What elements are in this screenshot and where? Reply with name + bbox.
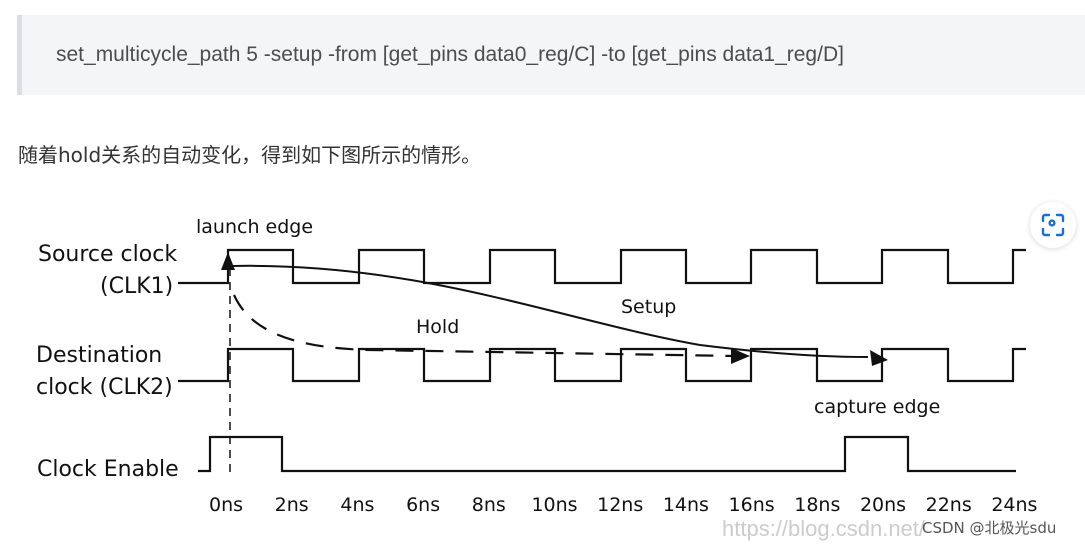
time-tick-label: 24ns bbox=[991, 494, 1037, 516]
paragraph: 随着hold关系的自动变化，得到如下图所示的情形。 bbox=[18, 143, 482, 167]
capture-edge-label: capture edge bbox=[814, 396, 940, 418]
time-tick-label: 16ns bbox=[729, 494, 775, 516]
time-tick-label: 4ns bbox=[340, 494, 374, 516]
source-clock-label: Source clock bbox=[38, 242, 177, 267]
csdn-credit: CSDN @北极光sdu bbox=[922, 519, 1056, 537]
time-tick-label: 8ns bbox=[472, 494, 506, 516]
launch-arrowhead bbox=[221, 252, 235, 270]
time-tick-label: 14ns bbox=[663, 494, 709, 516]
timing-diagram: launch edge Source clock (CLK1) Destinat… bbox=[36, 216, 1056, 541]
launch-edge-label: launch edge bbox=[196, 216, 313, 238]
dest-clock-label: Destination bbox=[36, 343, 162, 368]
clk2-waveform bbox=[178, 347, 1026, 383]
watermark: https://blog.csdn.net/ bbox=[722, 516, 926, 541]
scan-button[interactable] bbox=[1030, 202, 1076, 248]
capture-arrowhead bbox=[870, 350, 888, 366]
hold-label: Hold bbox=[416, 316, 459, 338]
time-tick-label: 10ns bbox=[531, 494, 577, 516]
clk1-waveform bbox=[178, 248, 1026, 285]
clock-enable-label: Clock Enable bbox=[37, 457, 179, 482]
source-clock-label-2: (CLK1) bbox=[100, 274, 173, 299]
time-tick-label: 22ns bbox=[926, 494, 972, 516]
code-block: set_multicycle_path 5 -setup -from [get_… bbox=[17, 15, 1085, 95]
dest-clock-label-2: clock (CLK2) bbox=[36, 375, 173, 400]
scan-icon bbox=[1041, 213, 1065, 237]
setup-arrow-path bbox=[231, 264, 869, 358]
code-text: set_multicycle_path 5 -setup -from [get_… bbox=[56, 43, 844, 66]
time-tick-label: 0ns bbox=[209, 494, 243, 516]
clock-enable-waveform bbox=[198, 435, 1016, 473]
time-tick-label: 20ns bbox=[860, 494, 906, 516]
time-tick-label: 6ns bbox=[406, 494, 440, 516]
setup-label: Setup bbox=[621, 296, 676, 318]
time-tick-label: 18ns bbox=[794, 494, 840, 516]
time-tick-label: 12ns bbox=[597, 494, 643, 516]
time-tick-label: 2ns bbox=[275, 494, 309, 516]
